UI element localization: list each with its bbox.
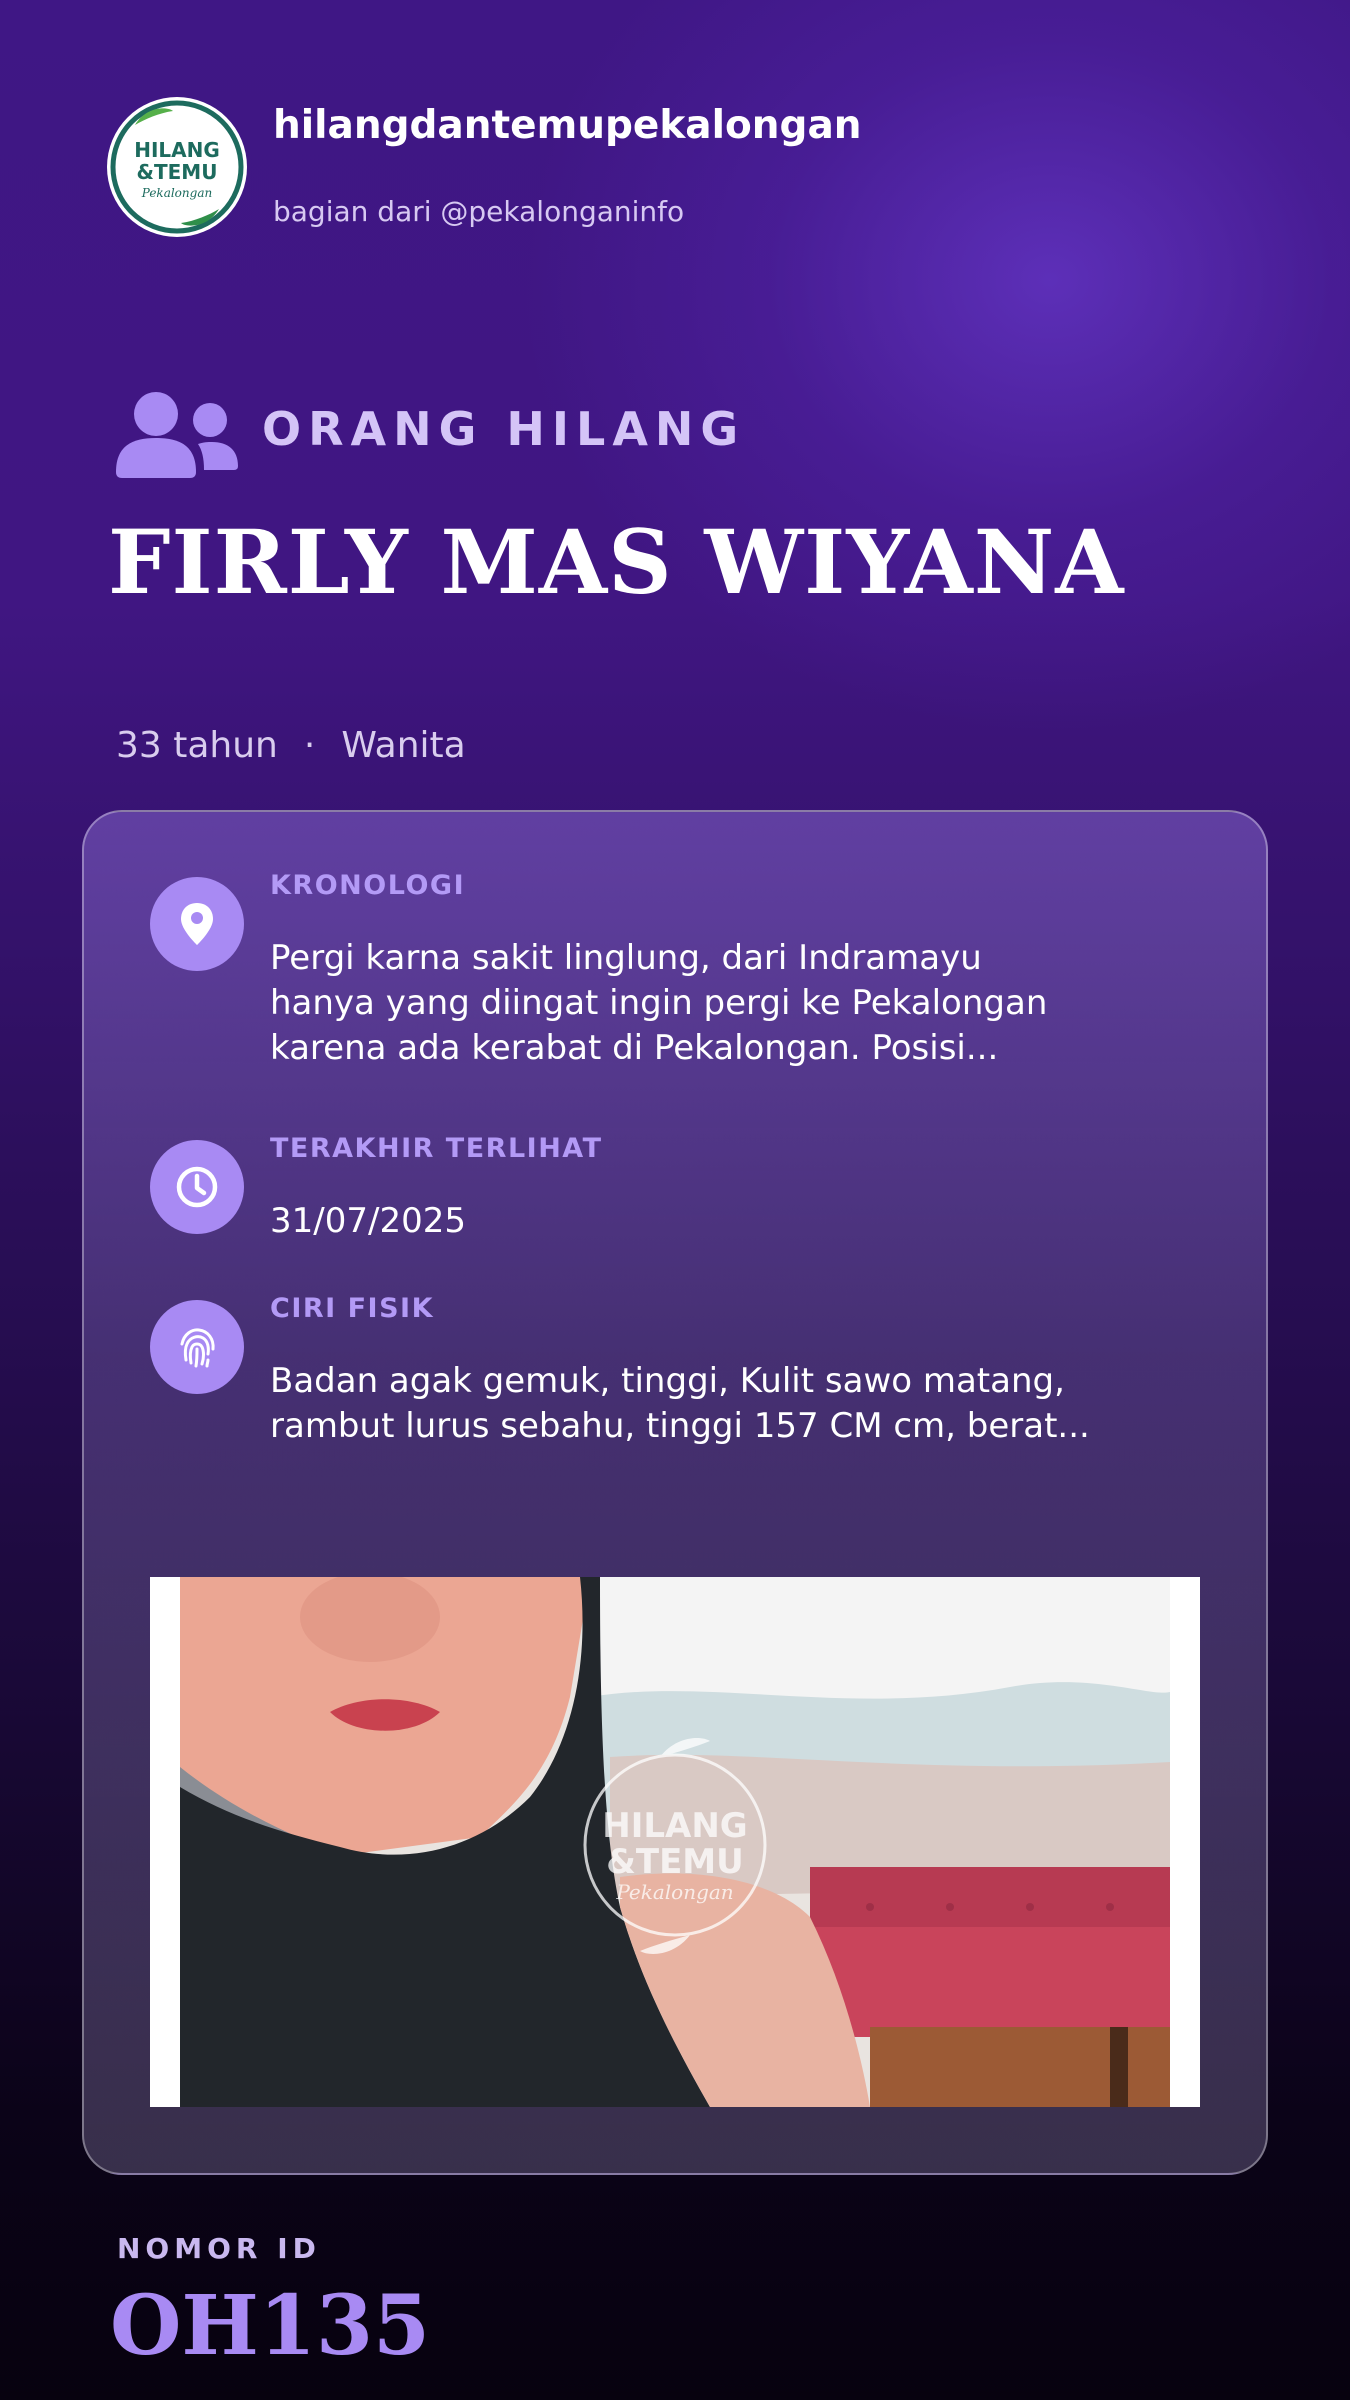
physical-label: CIRI FISIK <box>270 1293 435 1324</box>
person-photo[interactable]: HILANG &TEMU Pekalongan <box>150 1577 1200 2107</box>
svg-text:&TEMU: &TEMU <box>606 1842 744 1882</box>
svg-text:&TEMU: &TEMU <box>137 160 218 184</box>
map-pin-icon <box>150 877 244 971</box>
fingerprint-icon <box>150 1300 244 1394</box>
id-label: NOMOR ID <box>117 2232 321 2265</box>
kronologi-line: karena ada kerabat di Pekalongan. Posisi… <box>270 1028 999 1068</box>
physical-line: Badan agak gemuk, tinggi, Kulit sawo mat… <box>270 1361 1065 1401</box>
svg-text:Pekalongan: Pekalongan <box>141 186 212 200</box>
physical-text: Badan agak gemuk, tinggi, Kulit sawo mat… <box>270 1359 1090 1449</box>
hilang-temu-logo: HILANG &TEMU Pekalongan <box>110 100 244 234</box>
meta-separator: · <box>303 725 316 766</box>
last-seen-label: TERAKHIR TERLIHAT <box>270 1133 603 1164</box>
kronologi-line: hanya yang diingat ingin pergi ke Pekalo… <box>270 983 1048 1023</box>
account-username[interactable]: hilangdantemupekalongan <box>273 103 862 148</box>
svg-text:HILANG: HILANG <box>602 1806 747 1846</box>
id-value: OH135 <box>110 2278 431 2374</box>
kronologi-line: Pergi karna sakit linglung, dari Indrama… <box>270 938 982 978</box>
clock-icon <box>150 1140 244 1234</box>
person-meta: 33 tahun · Wanita <box>116 725 466 766</box>
person-age: 33 tahun <box>116 725 278 766</box>
svg-text:HILANG: HILANG <box>134 138 220 162</box>
account-logo[interactable]: HILANG &TEMU Pekalongan <box>107 97 247 237</box>
physical-line: rambut lurus sebahu, tinggi 157 CM cm, b… <box>270 1406 1090 1446</box>
svg-text:Pekalongan: Pekalongan <box>615 1880 733 1904</box>
category-label: ORANG HILANG <box>262 402 746 456</box>
kronologi-text: Pergi karna sakit linglung, dari Indrama… <box>270 936 1090 1071</box>
person-name: FIRLY MAS WIYANA <box>108 510 1125 614</box>
users-icon <box>112 388 240 480</box>
photo-illustration: HILANG &TEMU Pekalongan <box>150 1577 1200 2107</box>
account-subtitle: bagian dari @pekalonganinfo <box>273 195 685 228</box>
kronologi-label: KRONOLOGI <box>270 870 466 901</box>
last-seen-date: 31/07/2025 <box>270 1201 466 1241</box>
person-gender: Wanita <box>341 725 466 766</box>
